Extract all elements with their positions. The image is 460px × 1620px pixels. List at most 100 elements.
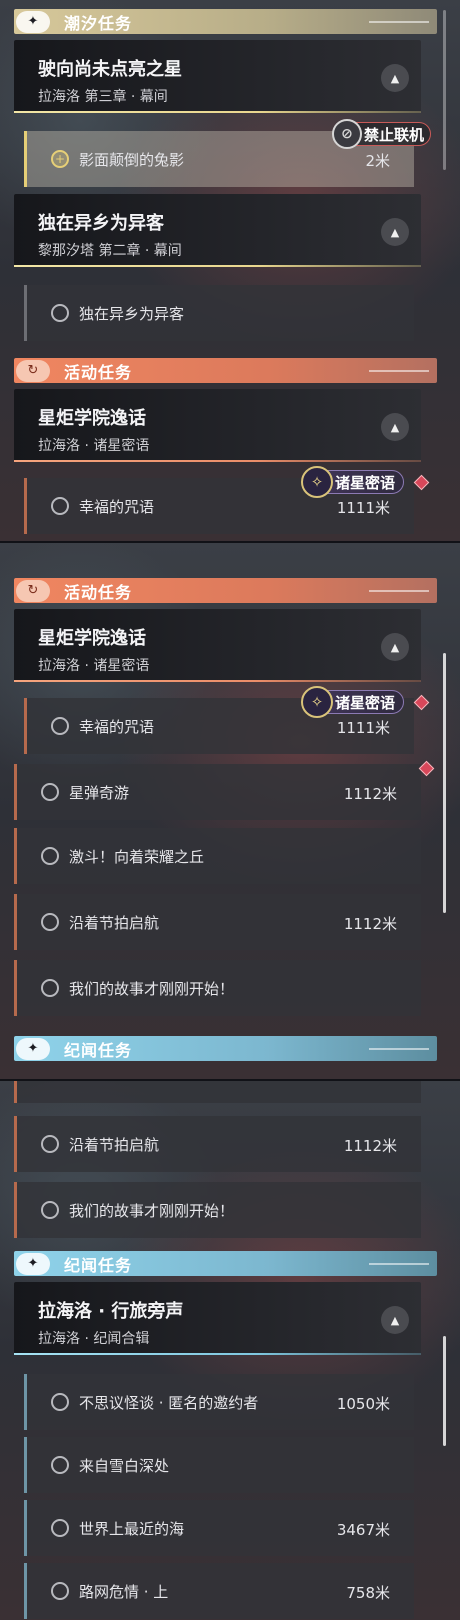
chevron-up-icon[interactable]: ▲ xyxy=(381,413,409,441)
star-compass-icon: ✧ xyxy=(301,466,333,498)
sparkle-icon: ✦ xyxy=(16,1252,50,1275)
quest-card-academy[interactable]: 星炬学院逸话 拉海洛 · 诸星密语 ▲ xyxy=(14,389,421,462)
quest-panel-3: 沿着节拍启航 1112米 我们的故事才刚刚开始！ ✦ 纪闻任务 拉海洛 · 行旅… xyxy=(0,1081,460,1620)
task-item-alien[interactable]: 独在异乡为异客 xyxy=(24,285,414,341)
tracked-plus-icon: + xyxy=(51,150,69,168)
quest-card-alien[interactable]: 独在异乡为异客 黎那汐塔 第二章 · 幕间 ▲ xyxy=(14,194,421,267)
task-name: 星弹奇游 xyxy=(69,784,130,802)
section-title: 纪闻任务 xyxy=(64,1255,133,1275)
chevron-up-icon[interactable]: ▲ xyxy=(381,218,409,246)
quest-subtitle: 拉海洛 · 诸星密语 xyxy=(38,658,150,674)
scrollbar[interactable] xyxy=(443,1336,446,1446)
task-item-fight[interactable]: 激斗！向着荣耀之丘 xyxy=(14,828,421,884)
task-distance: 2米 xyxy=(365,152,390,170)
section-story[interactable]: ✦ 纪闻任务 xyxy=(14,1251,437,1276)
section-tide[interactable]: ✦ 潮汐任务 xyxy=(14,9,437,34)
badge-label: 诸星密语 xyxy=(335,693,396,712)
alert-diamond-icon xyxy=(413,474,430,491)
task-name: 幸福的咒语 xyxy=(79,498,155,516)
divider xyxy=(369,369,429,372)
task-item-snow[interactable]: 来自雪白深处 xyxy=(24,1437,414,1493)
task-item-sea[interactable]: 世界上最近的海 3467米 xyxy=(24,1500,414,1556)
starwhisper-badge: ✧ 诸星密语 xyxy=(301,686,405,718)
task-distance: 1112米 xyxy=(343,915,397,933)
empty-circle-icon xyxy=(41,979,59,997)
chevron-up-icon[interactable]: ▲ xyxy=(381,1306,409,1334)
task-name: 影面颠倒的兔影 xyxy=(79,151,185,169)
task-item-sail[interactable]: 沿着节拍启航 1112米 xyxy=(14,1116,421,1172)
sparkle-icon: ✦ xyxy=(16,1037,50,1060)
task-name: 我们的故事才刚刚开始！ xyxy=(69,980,235,998)
divider xyxy=(369,1047,429,1050)
section-title: 活动任务 xyxy=(64,362,133,382)
alert-diamond-icon xyxy=(418,760,435,777)
quest-title: 独在异乡为异客 xyxy=(38,213,164,234)
task-name: 我们的故事才刚刚开始！ xyxy=(69,1202,235,1220)
chevron-up-icon[interactable]: ▲ xyxy=(381,64,409,92)
section-story[interactable]: ✦ 纪闻任务 xyxy=(14,1036,437,1061)
section-title: 纪闻任务 xyxy=(64,1040,133,1060)
no-multiplayer-icon: ⊘ xyxy=(332,119,362,149)
empty-circle-icon xyxy=(51,1393,69,1411)
divider xyxy=(14,680,421,682)
section-title: 潮汐任务 xyxy=(64,13,133,33)
divider xyxy=(14,1353,421,1355)
empty-circle-icon xyxy=(41,1135,59,1153)
star-compass-icon: ✧ xyxy=(301,686,333,718)
empty-circle-icon xyxy=(41,1201,59,1219)
task-item-story-begin[interactable]: 我们的故事才刚刚开始！ xyxy=(14,960,421,1016)
task-distance: 1050米 xyxy=(336,1395,390,1413)
task-name: 不思议怪谈 · 匿名的邀约者 xyxy=(79,1394,259,1412)
task-name: 沿着节拍启航 xyxy=(69,1136,160,1154)
task-distance: 1112米 xyxy=(343,785,397,803)
quest-title: 星炬学院逸话 xyxy=(38,408,146,429)
event-swirl-icon: ↻ xyxy=(16,359,50,382)
empty-circle-icon xyxy=(51,304,69,322)
quest-panel-2: ↻ 活动任务 星炬学院逸话 拉海洛 · 诸星密语 ▲ 幸福的咒语 1111米 ✧… xyxy=(0,543,460,1081)
empty-circle-icon xyxy=(51,497,69,515)
empty-circle-icon xyxy=(41,847,59,865)
task-item-road[interactable]: 路网危情 · 上 758米 xyxy=(24,1563,414,1619)
divider xyxy=(369,20,429,23)
task-name: 激斗！向着荣耀之丘 xyxy=(69,848,205,866)
task-item-story-begin[interactable]: 我们的故事才刚刚开始！ xyxy=(14,1182,421,1238)
quest-panel-1: ✦ 潮汐任务 驶向尚未点亮之星 拉海洛 第三章 · 幕间 ▲ + 影面颠倒的兔影… xyxy=(0,0,460,543)
section-event[interactable]: ↻ 活动任务 xyxy=(14,358,437,383)
divider xyxy=(369,1262,429,1265)
quest-card-travel[interactable]: 拉海洛 · 行旅旁声 拉海洛 · 纪闻合辑 ▲ xyxy=(14,1282,421,1355)
task-item-bullet[interactable]: 星弹奇游 1112米 xyxy=(14,764,421,820)
section-title: 活动任务 xyxy=(64,582,133,602)
chevron-up-icon[interactable]: ▲ xyxy=(381,633,409,661)
empty-circle-icon xyxy=(41,913,59,931)
task-distance: 1111米 xyxy=(336,719,390,737)
task-distance: 3467米 xyxy=(336,1521,390,1539)
empty-circle-icon xyxy=(51,1582,69,1600)
sparkle-icon: ✦ xyxy=(16,10,50,33)
badge-label: 诸星密语 xyxy=(335,473,396,492)
task-name: 世界上最近的海 xyxy=(79,1520,185,1538)
scrollbar[interactable] xyxy=(443,10,446,170)
task-name: 沿着节拍启航 xyxy=(69,914,160,932)
task-item-partial[interactable] xyxy=(14,1081,421,1103)
quest-title: 拉海洛 · 行旅旁声 xyxy=(38,1301,184,1322)
divider xyxy=(14,111,421,113)
event-swirl-icon: ↻ xyxy=(16,579,50,602)
quest-subtitle: 黎那汐塔 第二章 · 幕间 xyxy=(38,243,182,259)
task-distance: 758米 xyxy=(346,1584,390,1602)
section-event[interactable]: ↻ 活动任务 xyxy=(14,578,437,603)
divider xyxy=(369,589,429,592)
divider xyxy=(14,460,421,462)
scrollbar[interactable] xyxy=(443,653,446,913)
quest-subtitle: 拉海洛 第三章 · 幕间 xyxy=(38,89,168,105)
task-item-weird[interactable]: 不思议怪谈 · 匿名的邀约者 1050米 xyxy=(24,1374,414,1430)
quest-card-academy[interactable]: 星炬学院逸话 拉海洛 · 诸星密语 ▲ xyxy=(14,609,421,682)
task-name: 路网危情 · 上 xyxy=(79,1583,169,1601)
quest-card-star[interactable]: 驶向尚未点亮之星 拉海洛 第三章 · 幕间 ▲ xyxy=(14,40,421,113)
task-item-sail[interactable]: 沿着节拍启航 1112米 xyxy=(14,894,421,950)
badge-label: 禁止联机 xyxy=(364,125,425,144)
task-distance: 1111米 xyxy=(336,499,390,517)
starwhisper-badge: ✧ 诸星密语 xyxy=(301,466,405,498)
empty-circle-icon xyxy=(51,717,69,735)
quest-subtitle: 拉海洛 · 诸星密语 xyxy=(38,438,150,454)
task-name: 幸福的咒语 xyxy=(79,718,155,736)
